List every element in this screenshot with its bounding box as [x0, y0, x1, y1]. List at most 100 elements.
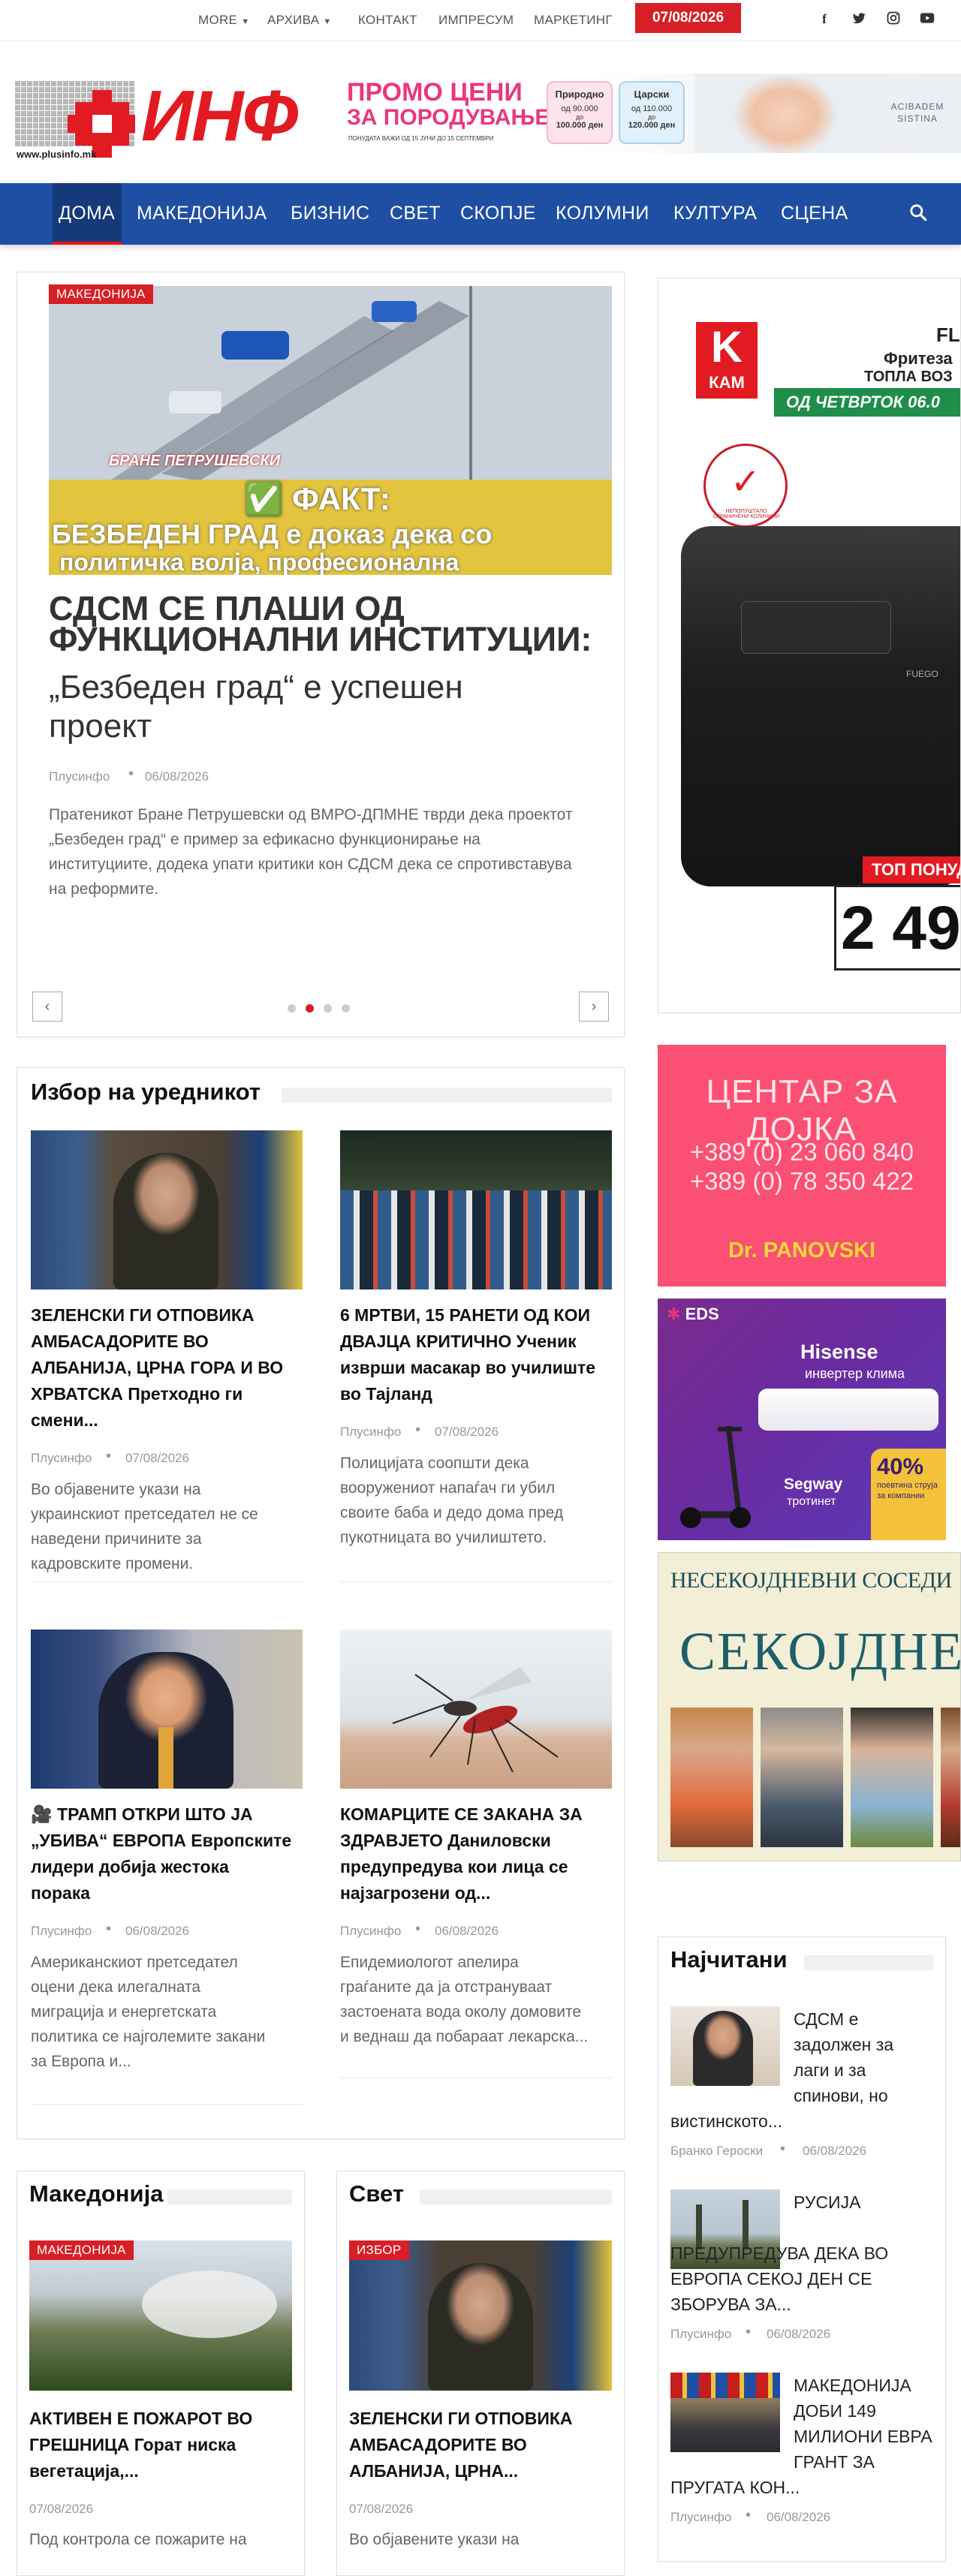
most-read-item[interactable]: РУСИЈА ПРЕДУПРЕДУВА ДЕКА ВО ЕВРОПА СЕКОЈ…	[670, 2189, 935, 2355]
fact-line: БЕЗБЕДЕН ГРАД е доказ дека со	[52, 519, 493, 549]
twitter-icon[interactable]	[851, 11, 867, 27]
promo-box-cesarean: Царски од 110.000 до 120.000 ден	[619, 81, 685, 144]
meta-separator-dot: •	[415, 1921, 421, 1937]
section-heading: Македонија	[29, 2180, 164, 2207]
article-image[interactable]	[340, 1630, 612, 1789]
nav-item-home[interactable]: ДОМА	[59, 203, 115, 224]
camera-pole-illustration	[49, 286, 612, 481]
eds-logo-mark: ✱	[667, 1305, 681, 1323]
article-image[interactable]	[31, 1630, 303, 1789]
article-excerpt: Под контрола се пожарите на	[29, 2531, 247, 2548]
title-line: ЗЕЛЕНСКИ ГИ ОТПОВИКА	[31, 1305, 255, 1325]
ad-headline: FL	[936, 324, 960, 346]
most-read-title: РУСИЈА ПРЕДУПРЕДУВА ДЕКА ВО ЕВРОПА СЕКОЈ…	[670, 2189, 935, 2317]
site-logo[interactable]: ИНФ www.plusinfo.mk	[15, 76, 342, 161]
sidebar-ad-kam[interactable]: K КАМ FL Фритеза ТОПЛА ВОЗ ОД ЧЕТВРТОК 0…	[658, 278, 961, 1013]
sidebar-ad-breast-center[interactable]: ЦЕНТАР ЗА ДОЈКА +389 (0) 23 060 840 +389…	[658, 1045, 946, 1286]
excerpt-line: наведени причините за	[31, 1530, 202, 1548]
featured-author[interactable]: Плусинфо	[49, 769, 110, 784]
title-line: смени...	[31, 1410, 98, 1430]
promo-box-from: од 90.000	[561, 104, 598, 113]
category-tag[interactable]: ИЗБОР	[349, 2240, 409, 2260]
most-read-title: СДСМ е задолжен за лаги и за спинови, но…	[670, 2006, 935, 2134]
site-header: ИНФ www.plusinfo.mk ПРОМО ЦЕНИ ЗА ПОРОДУ…	[0, 41, 961, 183]
meta-separator-dot: •	[106, 1448, 112, 1464]
slider-dot[interactable]	[324, 1004, 332, 1013]
article-image[interactable]	[29, 2240, 292, 2391]
excerpt-line: застоената вода околу домовите	[340, 2003, 582, 2021]
article-author[interactable]: Плусинфо	[340, 1924, 401, 1939]
topbar-link-archive[interactable]: АРХИВА ▼	[267, 13, 332, 28]
topbar-link-contact[interactable]: КОНТАКТ	[358, 13, 417, 28]
most-read-title: МАКЕДОНИЈА ДОБИ 149 МИЛИОНИ ЕВРА ГРАНТ З…	[670, 2373, 935, 2500]
slider-dot-active[interactable]	[306, 1004, 314, 1013]
excerpt-line: вооружениот напаѓач ги убил	[340, 1479, 556, 1497]
most-read-item[interactable]: МАКЕДОНИЈА ДОБИ 149 МИЛИОНИ ЕВРА ГРАНТ З…	[670, 2373, 935, 2538]
slider-dot[interactable]	[342, 1004, 350, 1013]
nav-item-scene[interactable]: СЦЕНА	[781, 203, 848, 224]
header-promo-banner[interactable]: ПРОМО ЦЕНИ ЗА ПОРОДУВАЊЕ ПОНУДАТА ВАЖИ О…	[342, 74, 961, 153]
sidebar-ad-eds[interactable]: ✱ EDS Hisense инвертер клима Segway трот…	[658, 1299, 946, 1540]
promo-box-title: Природно	[555, 89, 604, 100]
title-line: АМБАСАДОРИТЕ ВО	[349, 2435, 527, 2454]
article-author[interactable]: Плусинфо	[31, 1451, 92, 1466]
article-image[interactable]	[31, 1130, 303, 1290]
excerpt-line: пукотницата во училиштето.	[340, 1529, 547, 1546]
facebook-icon[interactable]: f	[816, 11, 833, 27]
article-title[interactable]: АКТИВЕН Е ПОЖАРОТ ВО ГРЕШНИЦА Горат ниск…	[29, 2406, 292, 2484]
search-icon[interactable]	[908, 203, 928, 222]
youtube-icon[interactable]	[919, 11, 935, 27]
featured-category-tag[interactable]: МАКЕДОНИЈА	[49, 284, 153, 304]
section-heading: Најчитани	[670, 1946, 788, 1973]
article-title[interactable]: ЗЕЛЕНСКИ ГИ ОТПОВИКА АМБАСАДОРИТЕ ВО АЛБ…	[349, 2406, 612, 2484]
promo-box-max: 100.000 ден	[556, 121, 604, 130]
category-tag[interactable]: МАКЕДОНИЈА	[29, 2240, 134, 2260]
article-image[interactable]	[340, 1130, 612, 1290]
nav-item-macedonia[interactable]: МАКЕДОНИЈА	[137, 203, 267, 224]
section-heading: Избор на уредникот	[31, 1079, 261, 1105]
featured-article-subtitle[interactable]: „Безбеден град“ е успешен проект	[49, 668, 612, 746]
nav-item-columns[interactable]: КОЛУМНИ	[556, 203, 649, 224]
promo-brand: ACIBADEM SISTINA	[890, 101, 944, 124]
slider-prev-button[interactable]: ‹	[32, 992, 62, 1022]
meta-separator-dot: •	[780, 2141, 786, 2157]
logo-url: www.plusinfo.mk	[17, 149, 97, 160]
topbar-link-more[interactable]: MORE ▼	[198, 13, 249, 28]
ad-offer-ribbon: ТОП ПОНУД	[863, 856, 960, 883]
nav-item-business[interactable]: БИЗНИС	[291, 203, 369, 224]
slider-next-button[interactable]: ›	[579, 992, 609, 1022]
ad-phone: +389 (0) 78 350 422	[689, 1167, 914, 1195]
article-title[interactable]: 6 МРТВИ, 15 РАНЕТИ ОД КОИ ДВАЈЦА КРИТИЧН…	[340, 1302, 612, 1407]
section-heading-rule	[420, 2189, 612, 2204]
article-image[interactable]	[349, 2240, 612, 2391]
article-title[interactable]: 🎥 ТРАМП ОТКРИ ШТО ЈА „УБИВА“ ЕВРОПА Евро…	[31, 1801, 303, 1906]
excerpt-line: украинскиот претседател не се	[31, 1506, 258, 1523]
excerpt-line: своите баба и дедо дома пред	[340, 1504, 564, 1521]
featured-article-title[interactable]: СДСМ СЕ ПЛАШИ ОД ФУНКЦИОНАЛНИ ИНСТИТУЦИИ…	[49, 593, 612, 655]
eds-logo: ✱ EDS	[667, 1305, 719, 1324]
article-title[interactable]: ЗЕЛЕНСКИ ГИ ОТПОВИКА АМБАСАДОРИТЕ ВО АЛБ…	[31, 1302, 303, 1434]
topbar-link-impressum[interactable]: ИМПРЕСУМ	[438, 13, 514, 28]
article-title[interactable]: КОМАРЦИТЕ СЕ ЗАКАНА ЗА ЗДРАВЈЕТО Данилов…	[340, 1801, 612, 1906]
article-author[interactable]: Плусинфо	[340, 1425, 401, 1440]
top-bar: MORE ▼ АРХИВА ▼ КОНТАКТ ИМПРЕСУМ МАРКЕТИ…	[0, 0, 961, 41]
nav-item-world[interactable]: СВЕТ	[390, 203, 441, 224]
featured-article-image[interactable]: БРАНЕ ПЕТРУШЕВСКИ ✅ ФАКТ: БЕЗБЕДЕН ГРАД …	[49, 286, 612, 575]
nav-item-culture[interactable]: КУЛТУРА	[673, 203, 757, 224]
title-line: КОМАРЦИТЕ СЕ ЗАКАНА ЗА	[340, 1804, 583, 1824]
excerpt-line: институциите, додека упати критики кон С…	[49, 856, 572, 873]
instagram-icon[interactable]	[885, 11, 902, 27]
title-line: РУСИЈА	[794, 2192, 861, 2212]
excerpt-line: Полицијата соопшти дека	[340, 1455, 529, 1472]
promo-note: ПОНУДАТА ВАЖИ ОД 15 ЈУНИ ДО 15 СЕПТЕМВРИ	[348, 135, 494, 142]
topbar-link-marketing[interactable]: МАРКЕТИНГ	[534, 13, 613, 28]
sidebar-ad-series[interactable]: НЕСЕКОЈДНЕВНИ СОСЕДИ СЕКОЈДНЕВН	[658, 1552, 961, 1861]
meta-separator-dot: •	[746, 2507, 752, 2523]
editors-pick-section: Избор на уредникот ЗЕЛЕНСКИ ГИ ОТПОВИКА …	[17, 1067, 625, 2139]
nav-item-skopje[interactable]: СКОПЈЕ	[460, 203, 536, 224]
slider-dot[interactable]	[288, 1004, 296, 1013]
excerpt-line: кадровските промени.	[31, 1555, 194, 1572]
most-read-item[interactable]: СДСМ е задолжен за лаги и за спинови, но…	[670, 2006, 935, 2171]
title-line: ГРЕШНИЦА Горат ниска	[29, 2435, 236, 2454]
article-author[interactable]: Плусинфо	[31, 1924, 92, 1939]
